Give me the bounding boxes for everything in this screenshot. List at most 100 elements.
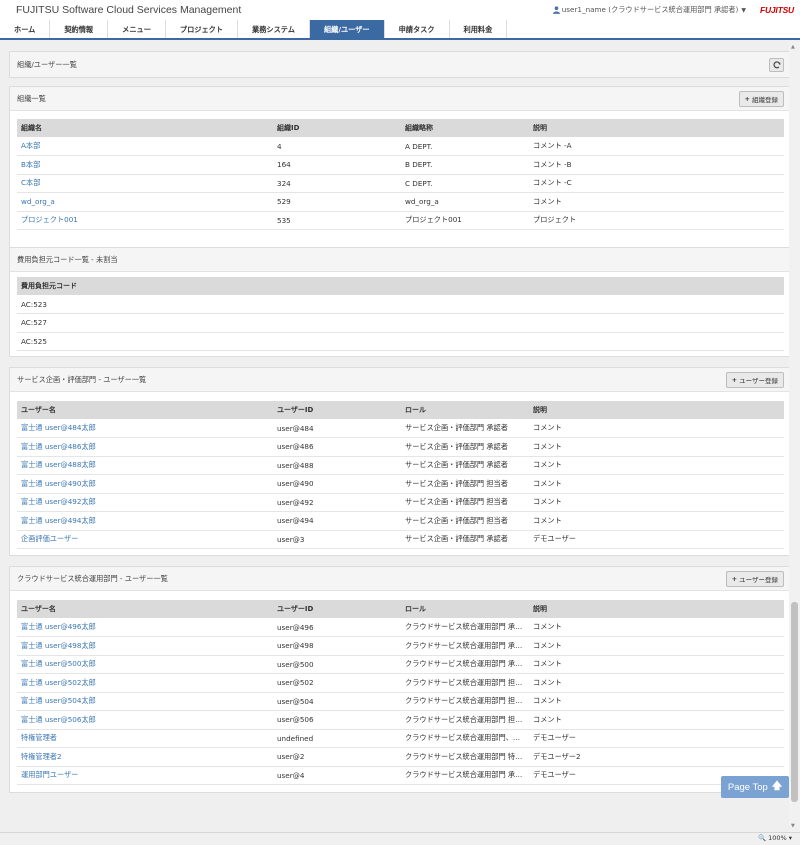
table-row: 富士通 user@492太郎 user@492 サービス企画・評価部門 担当者 コメン… xyxy=(17,493,784,512)
nav-menu[interactable]: メニュー xyxy=(108,20,166,38)
table-row: 富士通 user@490太郎 user@490 サービス企画・評価部門 担当者 コメン… xyxy=(17,474,784,494)
user-link[interactable]: 運用部門ユーザー xyxy=(21,770,78,779)
nav-org-user[interactable]: 組織/ユーザー xyxy=(309,20,385,38)
org-link[interactable]: wd_org_a xyxy=(21,197,55,206)
col-header[interactable]: ユーザーID xyxy=(273,600,401,618)
table-row: 富士通 user@486太郎 user@486 サービス企画・評価部門 承認者 コメン… xyxy=(17,437,784,457)
nav-contract[interactable]: 契約情報 xyxy=(50,20,109,38)
user-link[interactable]: 富士通 user@494太郎 xyxy=(21,516,96,525)
user-link[interactable]: 富士通 user@490太郎 xyxy=(21,479,96,488)
col-header[interactable]: 説明 xyxy=(529,401,784,419)
user-link[interactable]: 富士通 user@506太郎 xyxy=(21,715,96,724)
scroll-down-icon[interactable]: ▼ xyxy=(791,823,795,829)
service-users-table: ユーザー名 ユーザーID ロール 説明 富士通 user@484太郎 user@4… xyxy=(17,401,784,549)
col-header[interactable]: 組織略称 xyxy=(401,119,529,137)
vertical-scrollbar[interactable]: ▲ ▼ xyxy=(789,42,800,832)
plus-icon: + xyxy=(731,375,738,384)
col-header[interactable]: ロール xyxy=(401,600,529,618)
page-title: 組織/ユーザー一覧 xyxy=(17,59,77,69)
col-header[interactable]: 説明 xyxy=(529,119,784,137)
chevron-down-icon: ▾ xyxy=(788,834,792,842)
table-row: wd_org_a 529 wd_org_a コメント xyxy=(17,192,784,212)
col-header[interactable]: ユーザー名 xyxy=(17,600,273,618)
user-link[interactable]: 富士通 user@486太郎 xyxy=(21,442,96,451)
table-row: B本部 164 B DEPT. コメント -B xyxy=(17,155,784,175)
table-row: 富士通 user@498太郎 user@498 クラウドサービス統合運用部門 承認者… xyxy=(17,636,784,656)
cloud-ops-users-table: ユーザー名 ユーザーID ロール 説明 富士通 user@496太郎 user@4… xyxy=(17,600,784,785)
table-row: AC:525 xyxy=(17,332,784,351)
table-row: 特権管理者undefinedクラウドサービス統合運用部門、特権管理者デモユーザー xyxy=(17,729,784,748)
nav-request-task[interactable]: 申請タスク xyxy=(385,20,450,38)
col-header[interactable]: ロール xyxy=(401,401,529,419)
scroll-up-icon[interactable]: ▲ xyxy=(791,44,795,50)
user-menu[interactable]: user1_name (クラウドサービス統合運用部門 承認者) ▼ xyxy=(552,5,746,15)
user-name: user1_name (クラウドサービス統合運用部門 承認者) xyxy=(561,5,739,14)
table-row: C本部 324 C DEPT. コメント -C xyxy=(17,174,784,193)
chevron-down-icon: ▼ xyxy=(741,6,746,14)
page-top-button[interactable]: Page Top 🡅 xyxy=(721,776,789,798)
nav-home[interactable]: ホーム xyxy=(0,20,51,38)
table-row: AC:527 xyxy=(17,313,784,333)
cost-code-table: 費用負担元コード AC:523 AC:527 AC:525 xyxy=(17,277,784,351)
fujitsu-logo: FUJITSU xyxy=(759,5,794,15)
service-users-title: サービス企画・評価部門 - ユーザー一覧 xyxy=(17,374,147,384)
user-icon xyxy=(552,6,560,14)
add-user-button[interactable]: + ユーザー登録 xyxy=(725,371,784,388)
user-link[interactable]: 富士通 user@496太郎 xyxy=(21,622,96,631)
col-header[interactable]: 組織ID xyxy=(273,119,401,137)
table-row: 富士通 user@494太郎 user@494 サービス企画・評価部門 担当者 コメン… xyxy=(17,511,784,531)
table-row: 富士通 user@504太郎 user@504 クラウドサービス統合運用部門 担当者… xyxy=(17,692,784,711)
table-row: 富士通 user@502太郎 user@502 クラウドサービス統合運用部門 担当者… xyxy=(17,673,784,693)
col-header[interactable]: 費用負担元コード xyxy=(17,277,784,295)
table-row: 富士通 user@500太郎 user@500 クラウドサービス統合運用部門 承認者… xyxy=(17,655,784,674)
user-link[interactable]: 特権管理者 xyxy=(21,733,57,742)
user-link[interactable]: 富士通 user@492太郎 xyxy=(21,497,96,506)
table-row: プロジェクト001 535 プロジェクト001 プロジェクト xyxy=(17,211,784,230)
org-link[interactable]: プロジェクト001 xyxy=(21,215,78,224)
refresh-button[interactable] xyxy=(769,57,784,72)
table-row: A本部 4 A DEPT. コメント -A xyxy=(17,137,784,156)
table-row: 富士通 user@488太郎 user@488 サービス企画・評価部門 承認者 コメン… xyxy=(17,456,784,475)
user-link[interactable]: 企画評価ユーザー xyxy=(21,534,78,543)
user-link[interactable]: 富士通 user@500太郎 xyxy=(21,659,96,668)
org-link[interactable]: C本部 xyxy=(21,178,40,187)
cost-code-panel: 費用負担元コード一覧 - 未割当 費用負担元コード AC:523 AC:527 … xyxy=(9,247,792,357)
add-org-button[interactable]: + 組織登録 xyxy=(738,90,784,107)
zoom-control[interactable]: 🔍 100% ▾ xyxy=(756,834,792,842)
main-nav: ホーム 契約情報 メニュー プロジェクト 業務システム 組織/ユーザー 申請タス… xyxy=(0,20,800,40)
main-content: 組織/ユーザー一覧 組織一覧 + 組織登録 組織名 組織ID 組織略称 説明 A本… xyxy=(0,42,792,832)
user-link[interactable]: 富士通 user@498太郎 xyxy=(21,641,96,650)
table-row: 富士通 user@506太郎 user@506 クラウドサービス統合運用部門 担当者… xyxy=(17,710,784,730)
service-users-panel: サービス企画・評価部門 - ユーザー一覧 + ユーザー登録 ユーザー名 ユーザーI… xyxy=(9,367,792,556)
org-list-title: 組織一覧 xyxy=(17,93,46,103)
plus-icon: + xyxy=(744,94,750,103)
table-row: 特権管理者2user@2クラウドサービス統合運用部門 特権管理者デモユーザー2 xyxy=(17,747,784,767)
user-link[interactable]: 富士通 user@488太郎 xyxy=(21,460,96,469)
table-row: 富士通 user@484太郎 user@484 サービス企画・評価部門 承認者 コメン… xyxy=(17,419,784,438)
col-header[interactable]: 組織名 xyxy=(17,119,273,137)
breadcrumb-panel: 組織/ユーザー一覧 xyxy=(9,51,792,78)
arrow-up-icon: 🡅 xyxy=(771,780,783,792)
add-user-button[interactable]: + ユーザー登録 xyxy=(725,570,784,587)
nav-usage-fee[interactable]: 利用料金 xyxy=(450,20,508,38)
status-bar: 🔍 100% ▾ xyxy=(0,832,800,845)
user-link[interactable]: 富士通 user@484太郎 xyxy=(21,423,96,432)
app-title: FUJITSU Software Cloud Services Manageme… xyxy=(16,4,242,16)
nav-business-system[interactable]: 業務システム xyxy=(238,20,310,38)
scroll-thumb[interactable] xyxy=(791,602,798,802)
col-header[interactable]: 説明 xyxy=(529,600,784,618)
org-link[interactable]: A本部 xyxy=(21,141,40,150)
user-link[interactable]: 富士通 user@504太郎 xyxy=(21,696,96,705)
plus-icon: + xyxy=(731,574,738,583)
org-list-panel: 組織一覧 + 組織登録 組織名 組織ID 組織略称 説明 A本部 4 A DEPT. コ… xyxy=(9,86,792,271)
user-link[interactable]: 富士通 user@502太郎 xyxy=(21,678,96,687)
org-link[interactable]: B本部 xyxy=(21,160,40,169)
col-header[interactable]: ユーザーID xyxy=(273,401,401,419)
org-table: 組織名 組織ID 組織略称 説明 A本部 4 A DEPT. コメント -A B本部 1… xyxy=(17,119,784,230)
nav-project[interactable]: プロジェクト xyxy=(166,20,239,38)
col-header[interactable]: ユーザー名 xyxy=(17,401,273,419)
zoom-icon: 🔍 xyxy=(758,834,767,842)
user-link[interactable]: 特権管理者2 xyxy=(21,752,62,761)
refresh-icon xyxy=(772,60,780,68)
table-row: 富士通 user@496太郎 user@496 クラウドサービス統合運用部門 承認者… xyxy=(17,618,784,637)
